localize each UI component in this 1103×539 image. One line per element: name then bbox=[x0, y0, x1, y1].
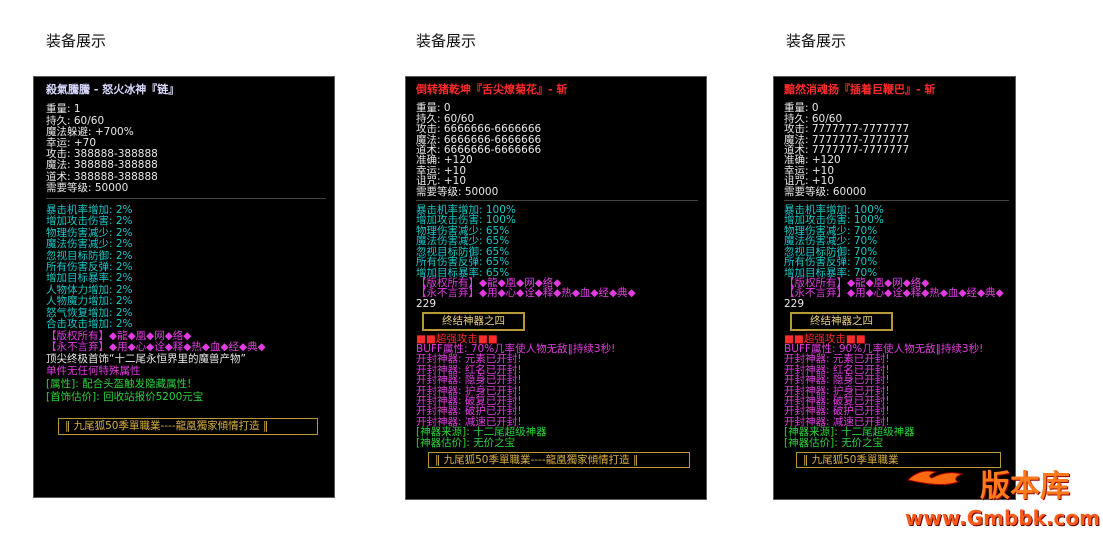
item-stats: 重量: 0 持久: 60/60 攻击: 6666666-6666666 魔法: … bbox=[416, 103, 698, 197]
stat-row: 需要等级: 50000 bbox=[46, 181, 129, 194]
seal-row: 开封神器: 隐身已开封! bbox=[784, 374, 890, 387]
stat-row: 魔法: 388888-388888 bbox=[46, 159, 158, 172]
bonus-row: 所有伤害反弹: 65% bbox=[416, 256, 510, 269]
item-tooltip-2: 倒转猪乾坤『舌尖燎菊花』- 斩 重量: 0 持久: 60/60 攻击: 6666… bbox=[405, 76, 707, 500]
item-number: 229 bbox=[784, 297, 805, 310]
copyright-row: 【永不言弃】◆用◆心◆诠◆释◆热◆血◆经◆典◆ bbox=[46, 340, 266, 353]
item-tooltip-3: 黯然消魂扬『插着巨鞭巴』- 斩 重量: 0 持久: 60/60 攻击: 7777… bbox=[773, 76, 1016, 500]
footer-banner: ‖ 九尾狐50季單職業----龍凰獨家傾情打造 ‖ bbox=[58, 418, 318, 435]
copyright-lines: 【版权所有】◆龍◆凰◆网◆络◆ 【永不言弃】◆用◆心◆诠◆释◆热◆血◆经◆典◆ bbox=[784, 277, 1009, 300]
divider bbox=[784, 200, 1009, 202]
divider bbox=[416, 200, 698, 202]
watermark-url: www.Gmbbk.com bbox=[905, 506, 1100, 530]
item-stats: 重量: 0 持久: 60/60 攻击: 7777777-7777777 魔法: … bbox=[784, 103, 1009, 197]
item-note: 单件无任何特殊属性 bbox=[46, 365, 141, 378]
item-stats: 重量: 1 持久: 60/60 魔法躲避: +700% 幸运: +70 攻击: … bbox=[46, 104, 326, 194]
bonus-row: 合击攻击增加: 2% bbox=[46, 318, 133, 331]
divider bbox=[46, 198, 326, 200]
section-title-2: 装备展示 bbox=[416, 32, 477, 50]
seal-list: 开封神器: 元素已开封! 开封神器: 红名已开封! 开封神器: 隐身已开封! 开… bbox=[784, 354, 1009, 427]
item-name: 倒转猪乾坤『舌尖燎菊花』- 斩 bbox=[416, 83, 568, 96]
price-line: [首饰估价]: 回收站报价5200元宝 bbox=[46, 391, 204, 404]
watermark-brand: 版本库 bbox=[980, 469, 1070, 504]
stat-row: 重量: 1 bbox=[46, 103, 81, 116]
item-description: 顶尖终极首饰“十二尾永恒界里的魔兽产物” bbox=[46, 353, 246, 366]
section-title-3: 装备展示 bbox=[786, 32, 847, 50]
item-tooltip-1: 殺氣騰騰 - 怒火冰神『链』 重量: 1 持久: 60/60 魔法躲避: +70… bbox=[33, 76, 335, 498]
bonus-row: 魔法伤害减少: 2% bbox=[46, 238, 133, 251]
item-name: 黯然消魂扬『插着巨鞭巴』- 斩 bbox=[784, 83, 936, 96]
tier-box: 终结神器之四 bbox=[790, 312, 893, 331]
bonus-list: 暴击机率增加: 100% 增加攻击伤害: 100% 物理伤害减少: 70% 魔法… bbox=[784, 205, 1009, 278]
copyright-lines: 【版权所有】◆龍◆凰◆网◆络◆ 【永不言弃】◆用◆心◆诠◆释◆热◆血◆经◆典◆ bbox=[46, 330, 326, 354]
stat-row: 需要等级: 50000 bbox=[416, 185, 499, 198]
bonus-row: 人物魔力增加: 2% bbox=[46, 295, 133, 308]
attr-line: [属性]: 配合头盔触发隐藏属性! bbox=[46, 378, 192, 391]
seal-row: 开封神器: 隐身已开封! bbox=[416, 374, 522, 387]
bonus-list: 暴击机率增加: 2% 增加攻击伤害: 2% 物理伤害减少: 2% 魔法伤害减少:… bbox=[46, 204, 326, 331]
tier-box: 终结神器之四 bbox=[422, 312, 525, 331]
footer-banner: ‖ 九尾狐50季單職業----龍凰獨家傾情打造 ‖ bbox=[428, 452, 690, 469]
copyright-lines: 【版权所有】◆龍◆凰◆网◆络◆ 【永不言弃】◆用◆心◆诠◆释◆热◆血◆经◆典◆ bbox=[416, 277, 698, 300]
copyright-row: 【永不言弃】◆用◆心◆诠◆释◆热◆血◆经◆典◆ bbox=[416, 287, 636, 300]
value-line: [神器估价]: 无价之宝 bbox=[784, 436, 884, 449]
stat-row: 需要等级: 60000 bbox=[784, 185, 867, 198]
flame-logo-icon bbox=[907, 470, 964, 486]
section-title-1: 装备展示 bbox=[46, 32, 107, 50]
item-name: 殺氣騰騰 - 怒火冰神『链』 bbox=[46, 83, 180, 96]
seal-list: 开封神器: 元素已开封! 开封神器: 红名已开封! 开封神器: 隐身已开封! 开… bbox=[416, 354, 698, 427]
item-number: 229 bbox=[416, 297, 437, 310]
copyright-row: 【永不言弃】◆用◆心◆诠◆释◆热◆血◆经◆典◆ bbox=[784, 287, 1004, 300]
value-line: [神器估价]: 无价之宝 bbox=[416, 436, 516, 449]
bonus-list: 暴击机率增加: 100% 增加攻击伤害: 100% 物理伤害减少: 65% 魔法… bbox=[416, 205, 698, 278]
bonus-row: 所有伤害反弹: 70% bbox=[784, 256, 878, 269]
